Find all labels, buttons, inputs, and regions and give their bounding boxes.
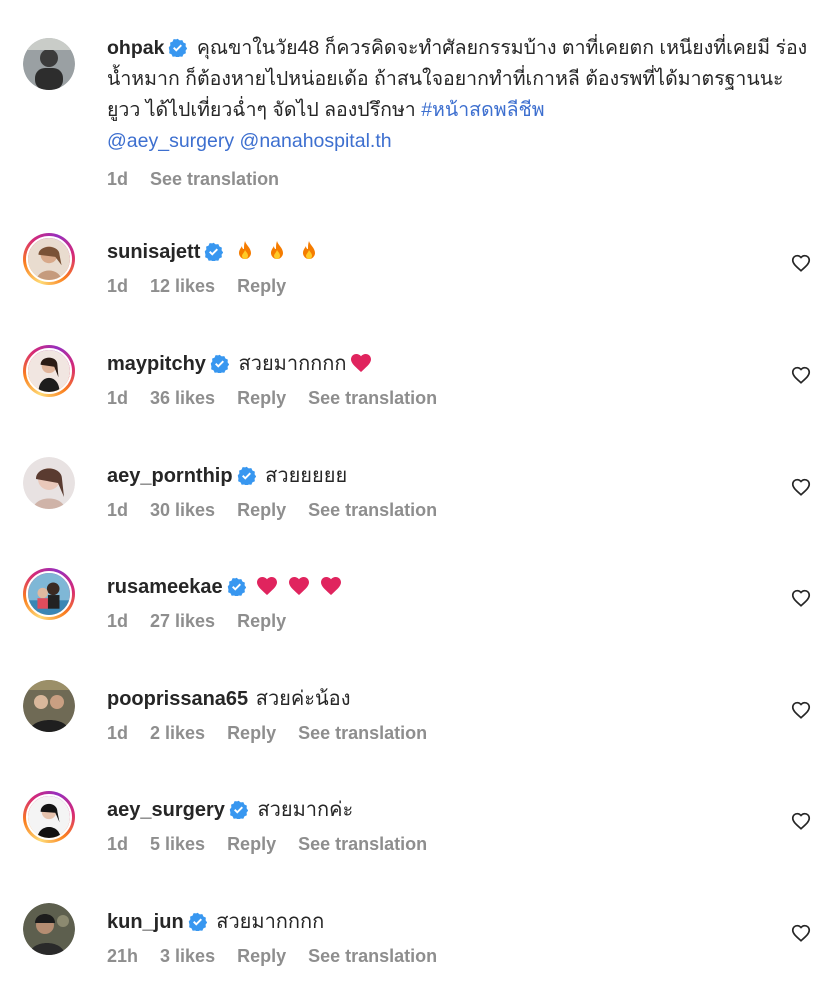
verified-badge-icon — [229, 800, 248, 819]
hashtag-link[interactable]: #หน้าสดพลีชีพ — [421, 99, 544, 121]
comment-text: สวยมากค่ะ — [257, 799, 354, 821]
timestamp: 1d — [107, 611, 129, 631]
comment-text: สวยมากกกก — [238, 353, 347, 375]
timestamp: 1d — [107, 276, 129, 296]
reply-button[interactable]: Reply — [237, 611, 286, 631]
see-translation-link[interactable]: See translation — [308, 388, 437, 408]
see-translation-link[interactable]: See translation — [298, 723, 427, 743]
reply-button[interactable]: Reply — [237, 946, 286, 966]
timestamp: 21h — [107, 946, 139, 966]
avatar[interactable] — [23, 345, 75, 397]
red-heart-emoji-icon — [255, 574, 279, 598]
like-heart-icon[interactable] — [790, 476, 812, 498]
reply-button[interactable]: Reply — [237, 276, 286, 296]
like-count[interactable]: 2 likes — [150, 723, 205, 743]
like-heart-icon[interactable] — [790, 699, 812, 721]
like-heart-icon[interactable] — [790, 587, 812, 609]
like-count[interactable]: 3 likes — [160, 946, 215, 966]
like-count[interactable]: 27 likes — [150, 611, 215, 631]
fire-emoji-icon — [297, 239, 321, 263]
red-heart-emoji-icon — [287, 574, 311, 598]
like-heart-icon[interactable] — [790, 922, 812, 944]
see-translation-link[interactable]: See translation — [308, 946, 437, 966]
username[interactable]: maypitchy — [107, 353, 206, 375]
like-count[interactable]: 5 likes — [150, 834, 205, 854]
like-heart-icon[interactable] — [790, 252, 812, 274]
timestamp: 1d — [107, 388, 129, 408]
verified-badge-icon — [237, 466, 256, 485]
avatar[interactable] — [23, 680, 75, 732]
like-heart-icon[interactable] — [790, 364, 812, 386]
username[interactable]: aey_surgery — [107, 799, 225, 821]
verified-badge-icon — [168, 38, 188, 57]
username[interactable]: sunisajett — [107, 241, 200, 263]
username[interactable]: rusameekae — [107, 576, 223, 598]
like-count[interactable]: 36 likes — [150, 388, 215, 408]
red-heart-emoji-icon — [319, 574, 343, 598]
like-count[interactable]: 12 likes — [150, 276, 215, 296]
red-heart-emoji-icon — [349, 351, 373, 375]
verified-badge-icon — [204, 242, 224, 261]
caption-meta: 1d See translation — [107, 167, 810, 191]
like-count[interactable]: 30 likes — [150, 500, 215, 520]
verified-badge-icon — [210, 354, 229, 373]
username[interactable]: aey_pornthip — [107, 465, 233, 487]
avatar[interactable] — [23, 457, 75, 509]
see-translation-link[interactable]: See translation — [308, 500, 437, 520]
timestamp: 1d — [107, 169, 129, 189]
like-heart-icon[interactable] — [790, 810, 812, 832]
avatar[interactable] — [23, 903, 75, 955]
caption-content: ohpak คุณขาในวัย48 ก็ควรคิดจะทำศัลยกรรมบ… — [107, 33, 810, 191]
comment-text: สวยค่ะน้อง — [255, 688, 351, 710]
timestamp: 1d — [107, 723, 129, 743]
comment-text: สวยมากกกก — [216, 911, 325, 933]
reply-button[interactable]: Reply — [237, 388, 286, 408]
reply-button[interactable]: Reply — [227, 723, 276, 743]
see-translation-link[interactable]: See translation — [150, 169, 279, 189]
reply-button[interactable]: Reply — [237, 500, 286, 520]
see-translation-link[interactable]: See translation — [298, 834, 427, 854]
avatar[interactable] — [23, 791, 75, 843]
timestamp: 1d — [107, 500, 129, 520]
comment-text: สวยยยยย — [265, 465, 348, 487]
fire-emoji-icon — [233, 239, 257, 263]
verified-badge-icon — [188, 912, 207, 931]
fire-emoji-icon — [265, 239, 289, 263]
mention-links[interactable]: @aey_surgery @nanahospital.th — [107, 130, 392, 152]
avatar[interactable] — [23, 233, 75, 285]
avatar[interactable] — [23, 38, 75, 90]
username[interactable]: pooprissana65 — [107, 688, 248, 710]
verified-badge-icon — [227, 577, 246, 596]
username[interactable]: ohpak — [107, 37, 164, 59]
timestamp: 1d — [107, 834, 129, 854]
avatar[interactable] — [23, 568, 75, 620]
reply-button[interactable]: Reply — [227, 834, 276, 854]
username[interactable]: kun_jun — [107, 911, 184, 933]
